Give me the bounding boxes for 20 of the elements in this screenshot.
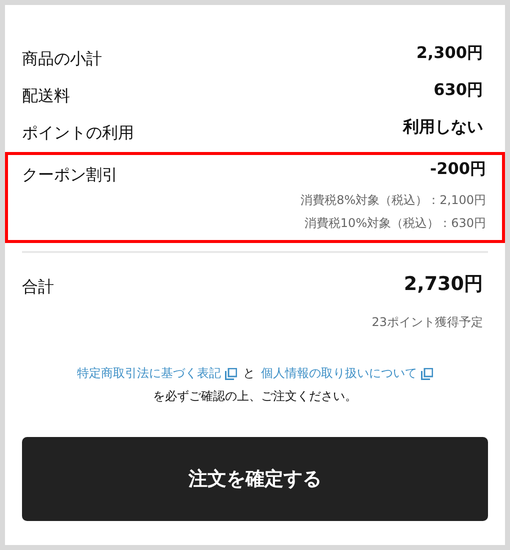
row-value: 2,300円 [416, 43, 483, 64]
joiner-text: と [243, 365, 255, 382]
points-note: 23ポイント獲得予定 [372, 314, 483, 331]
row-value: 630円 [434, 80, 483, 101]
row-label: 商品の小計 [22, 48, 102, 70]
tax-detail-text: 消費税10%対象（税込）：630円 [304, 215, 486, 232]
row-label: クーポン割引 [22, 164, 118, 186]
confirm-order-button[interactable]: 注文を確定する [22, 437, 488, 521]
link[interactable]: 特定商取引法に基づく表記 [77, 365, 237, 382]
row-label: ポイントの利用 [22, 122, 134, 144]
row-label: 配送料 [22, 85, 70, 107]
total-label: 合計 [22, 276, 54, 298]
row-value: 利用しない [403, 117, 483, 138]
total-value: 2,730円 [404, 272, 483, 297]
tax-detail-text: 消費税8%対象（税込）：2,100円 [300, 192, 486, 209]
row-value: -200円 [430, 159, 486, 180]
external-window-icon [225, 368, 237, 380]
link[interactable]: 個人情報の取り扱いについて [261, 365, 433, 382]
notice-text: を必ずご確認の上、ご注文ください。 [152, 388, 358, 405]
external-window-icon [421, 368, 433, 380]
